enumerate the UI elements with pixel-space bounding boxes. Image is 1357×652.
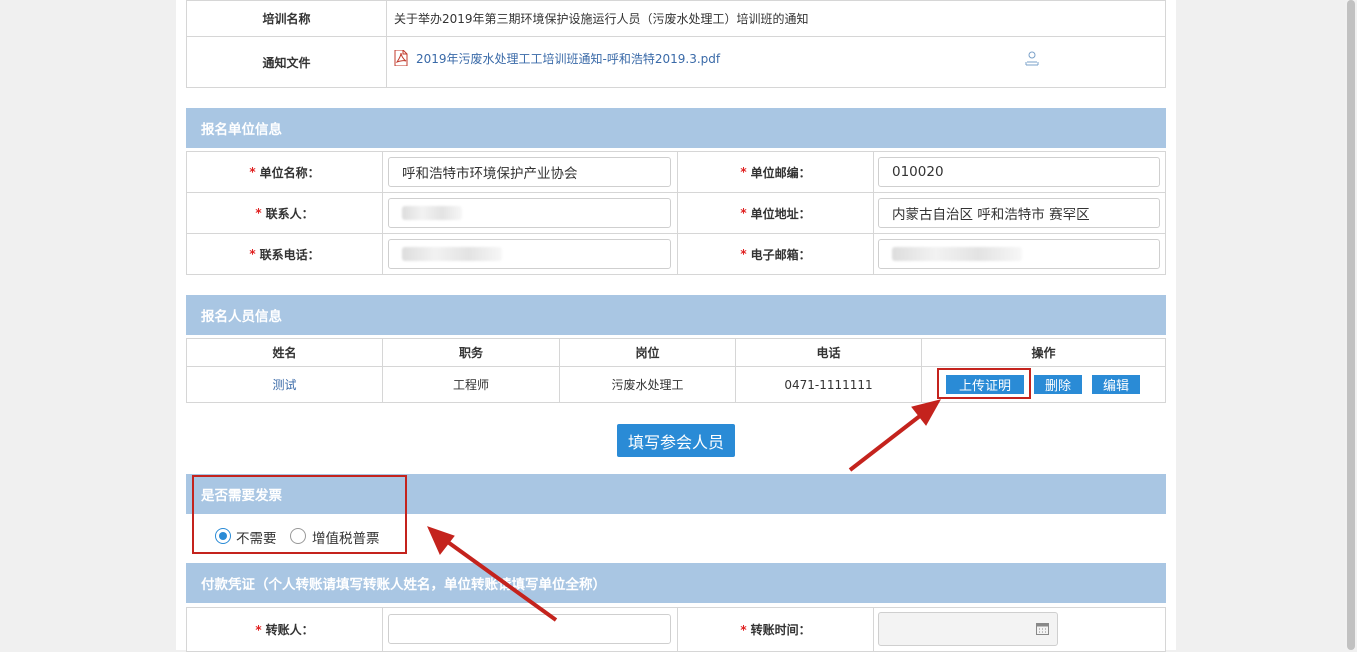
arrow-to-invoice-line	[443, 538, 558, 622]
page-scrollbar[interactable]	[1345, 0, 1357, 650]
annotation-arrows	[427, 399, 942, 622]
scrollbar-thumb[interactable]	[1347, 0, 1355, 650]
arrow-to-upload-line	[848, 410, 927, 472]
arrow-to-invoice-head	[427, 526, 455, 555]
